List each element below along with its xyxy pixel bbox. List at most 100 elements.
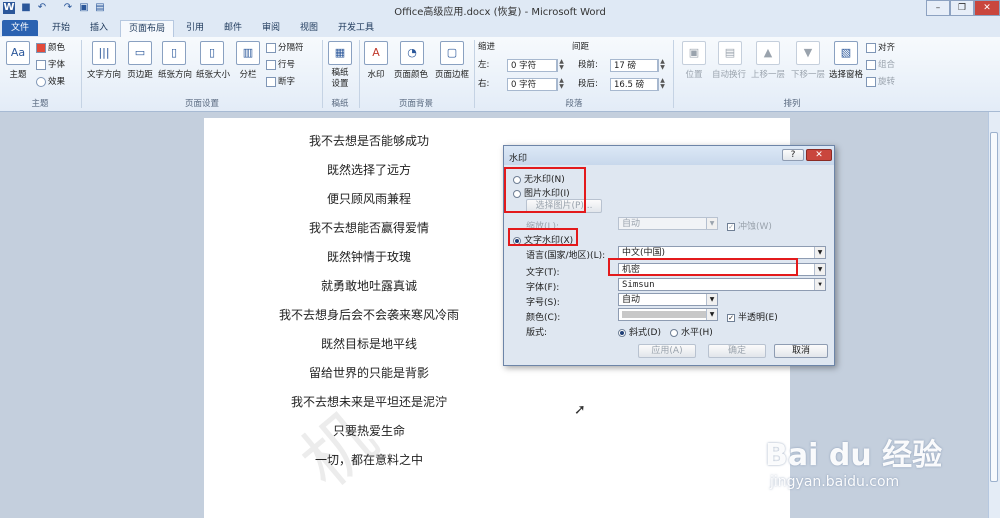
tab-view[interactable]: 视图 [292, 20, 326, 36]
line-numbers-icon [266, 59, 276, 70]
orientation-icon[interactable]: ▯ [162, 41, 186, 65]
manuscript-settings-button[interactable]: 稿纸 设置 [323, 68, 357, 90]
hyphenation-button[interactable]: 断字 [266, 76, 295, 89]
manuscript-icon[interactable]: ▦ [328, 41, 352, 65]
page-color-button[interactable]: 页面颜色 [390, 68, 432, 80]
diagonal-label: 斜式(D) [629, 328, 661, 338]
size-icon[interactable]: ▯ [200, 41, 224, 65]
bring-forward-icon[interactable]: ▲ [756, 41, 780, 65]
columns-icon[interactable]: ▥ [236, 41, 260, 65]
breaks-button[interactable]: 分隔符 [266, 42, 304, 55]
washout-label: 冲蚀(W) [738, 222, 772, 232]
send-backward-icon[interactable]: ▼ [796, 41, 820, 65]
tab-developer[interactable]: 开发工具 [332, 20, 380, 36]
spacing-after-input[interactable]: 16.5 磅 [610, 78, 658, 91]
themes-icon[interactable]: Aa [6, 41, 30, 65]
ok-button[interactable]: 确定 [708, 344, 766, 358]
text-direction-icon[interactable]: ||| [92, 41, 116, 65]
tab-review[interactable]: 审阅 [254, 20, 288, 36]
columns-button[interactable]: 分栏 [234, 68, 262, 80]
dialog-close-button[interactable]: ✕ [806, 149, 832, 161]
group-objects-button[interactable]: 组合 [866, 59, 895, 72]
washout-checkbox[interactable]: ✓ 冲蚀(W) [727, 219, 772, 232]
selection-pane-button[interactable]: 选择窗格 [824, 68, 868, 80]
chevron-down-icon: ▼ [706, 218, 717, 229]
theme-fonts-button[interactable]: 字体 [36, 59, 65, 72]
spacing-before-input[interactable]: 17 磅 [610, 59, 658, 72]
poem-line: 我不去想是否能够成功 [308, 134, 429, 148]
align-button[interactable]: 对齐 [866, 42, 895, 55]
tab-mailings[interactable]: 邮件 [216, 20, 250, 36]
spacing-after-spinner[interactable]: ▲ ▼ [658, 78, 666, 91]
group-label-paragraph: 段落 [565, 99, 583, 109]
horizontal-label: 水平(H) [681, 328, 713, 338]
wrap-text-button[interactable]: 自动换行 [707, 68, 751, 80]
cancel-button[interactable]: 取消 [774, 344, 828, 358]
indent-right-spinner[interactable]: ▲ ▼ [557, 78, 565, 91]
wrap-text-icon[interactable]: ▤ [718, 41, 742, 65]
line-numbers-label: 行号 [278, 60, 296, 70]
watermark-button[interactable]: 水印 [360, 68, 392, 80]
help-button[interactable]: ? [782, 149, 804, 161]
group-objects-label: 组合 [878, 60, 896, 70]
size-button[interactable]: 纸张大小 [193, 68, 233, 80]
tab-page-layout[interactable]: 页面布局 [120, 20, 174, 37]
color-swatch [622, 311, 706, 318]
font-label: 字体(F): [526, 283, 560, 293]
indent-left-spinner[interactable]: ▲ ▼ [557, 59, 565, 72]
window-title: Office高级应用.docx (恢复) - Microsoft Word [394, 7, 606, 18]
tab-file[interactable]: 文件 [2, 20, 38, 36]
size-label: 字号(S): [526, 298, 560, 308]
line-numbers-button[interactable]: 行号 [266, 59, 295, 72]
language-value: 中文(中国) [622, 248, 666, 258]
tab-references[interactable]: 引用 [178, 20, 212, 36]
chevron-down-icon: ▼ [814, 247, 825, 258]
selection-pane-icon[interactable]: ▧ [834, 41, 858, 65]
indent-left-input[interactable]: 0 字符 [507, 59, 557, 72]
margins-icon[interactable]: ▭ [128, 41, 152, 65]
diagonal-radio[interactable]: 斜式(D) [618, 325, 661, 338]
scale-select[interactable]: 自动 ▼ [618, 217, 718, 230]
page-borders-button[interactable]: 页面边框 [431, 68, 473, 80]
tab-home[interactable]: 开始 [44, 20, 78, 36]
group-label-page-background: 页面背景 [398, 99, 433, 109]
theme-colors-button[interactable]: 颜色 [36, 42, 65, 55]
text-direction-button[interactable]: 文字方向 [84, 68, 124, 80]
indent-right-input[interactable]: 0 字符 [507, 78, 557, 91]
size-select[interactable]: 自动 ▼ [618, 293, 718, 306]
page-color-icon[interactable]: ◔ [400, 41, 424, 65]
semitransparent-checkbox[interactable]: ✓ 半透明(E) [727, 310, 778, 323]
margins-button[interactable]: 页边距 [122, 68, 158, 80]
effects-icon [36, 76, 46, 87]
group-separator [673, 40, 674, 108]
radio-icon [670, 328, 678, 337]
baidu-url: jingyan.baidu.com [770, 474, 900, 490]
poem-line: 既然目标是地平线 [320, 337, 417, 351]
semitransparent-label: 半透明(E) [738, 313, 778, 323]
spacing-after-label: 段后: [578, 79, 598, 89]
scrollbar-thumb[interactable] [990, 132, 998, 482]
page-borders-icon[interactable]: ▢ [440, 41, 464, 65]
bring-forward-button[interactable]: 上移一层 [746, 68, 790, 80]
scale-value: 自动 [622, 219, 641, 229]
watermark-dialog: 水印 ? ✕ 无水印(N) 图片水印(I) 选择图片(P)... 缩放(L): … [503, 145, 835, 366]
minimize-button[interactable]: – [926, 0, 950, 16]
watermark-icon[interactable]: A [364, 41, 388, 65]
color-select[interactable]: ▼ [618, 308, 718, 321]
font-select[interactable]: Simsun ▼ [618, 278, 826, 291]
horizontal-radio[interactable]: 水平(H) [670, 325, 713, 338]
orientation-button[interactable]: 纸张方向 [156, 68, 194, 80]
position-icon[interactable]: ▣ [682, 41, 706, 65]
breaks-label: 分隔符 [278, 43, 304, 53]
restore-button[interactable]: ❐ [950, 0, 974, 16]
apply-button[interactable]: 应用(A) [638, 344, 696, 358]
language-label: 语言(国家/地区)(L): [526, 251, 606, 261]
themes-button[interactable]: 主题 [2, 68, 34, 80]
theme-colors-label: 颜色 [48, 43, 66, 53]
close-button[interactable]: ✕ [974, 0, 1000, 16]
tab-insert[interactable]: 插入 [82, 20, 116, 36]
checkbox-icon: ✓ [727, 222, 735, 231]
theme-effects-button[interactable]: 效果 [36, 76, 65, 89]
spacing-before-spinner[interactable]: ▲ ▼ [658, 59, 666, 72]
rotate-button[interactable]: 旋转 [866, 76, 895, 89]
